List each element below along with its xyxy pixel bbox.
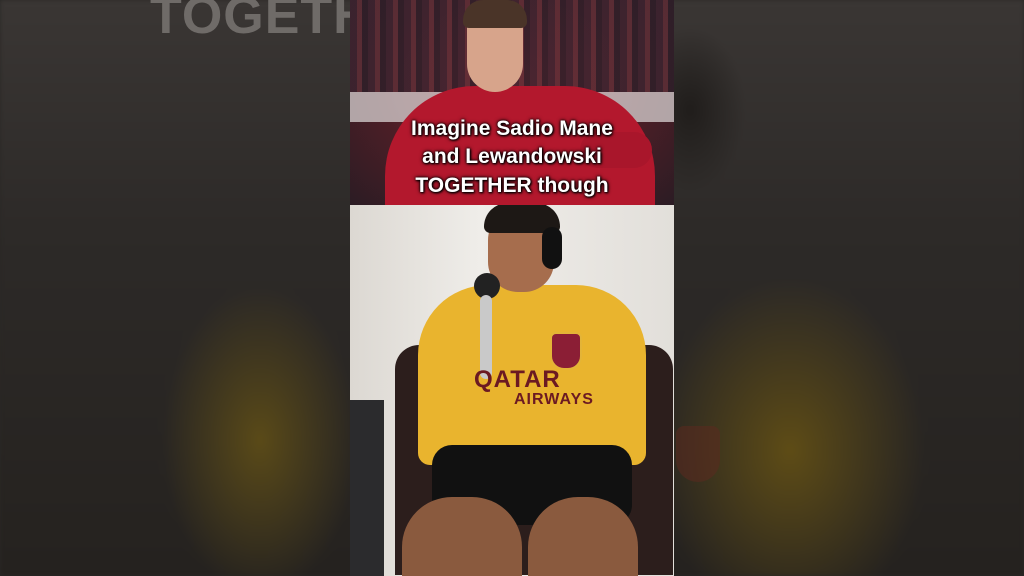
club-crest: [550, 332, 582, 370]
sponsor-line-1: QATAR: [474, 366, 561, 393]
player-hair: [463, 0, 527, 28]
caption-line-3: TOGETHER though: [415, 173, 609, 197]
background-crest: [676, 426, 720, 482]
desk: [350, 400, 384, 576]
video-frame: QATAR AIRWAYS: [350, 0, 674, 576]
jersey-sponsor: QATAR AIRWAYS: [474, 368, 594, 408]
headphones-icon: [542, 227, 562, 269]
left-leg: [402, 497, 522, 576]
bottom-photo: QATAR AIRWAYS: [350, 205, 674, 576]
caption-line-1: Imagine Sadio Mane: [411, 117, 613, 140]
video-caption: Imagine Sadio Mane and Lewandowski TOGET…: [350, 115, 674, 200]
sponsor-line-2: AIRWAYS: [514, 391, 594, 408]
caption-line-2: and Lewandowski: [422, 145, 602, 169]
